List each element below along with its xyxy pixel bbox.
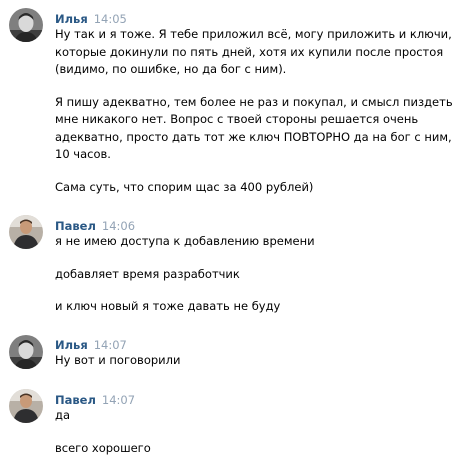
- user-avatar-pavel-icon[interactable]: [9, 215, 43, 249]
- message-text: Ну вот и поговорили: [55, 352, 453, 370]
- message-text: Ну так и я тоже. Я тебе приложил всё, мо…: [55, 26, 453, 196]
- message-time[interactable]: 14:07: [102, 393, 135, 407]
- author-name[interactable]: Илья: [55, 12, 88, 26]
- message-time[interactable]: 14:05: [94, 12, 127, 26]
- message-header: Илья 14:05: [55, 11, 127, 26]
- author-name[interactable]: Павел: [55, 393, 96, 407]
- message-text: да всего хорошего: [55, 407, 453, 457]
- message-line: Я пишу адекватно, тем более не раз и пок…: [55, 94, 453, 162]
- message-time[interactable]: 14:06: [102, 219, 135, 233]
- message-text: я не имею доступа к добавлению времени д…: [55, 233, 453, 316]
- message-header: Павел 14:07: [55, 392, 135, 407]
- user-avatar-ilya-icon[interactable]: [9, 8, 43, 42]
- message-line: Ну так и я тоже. Я тебе приложил всё, мо…: [55, 27, 452, 76]
- user-avatar-ilya-icon[interactable]: [9, 335, 43, 369]
- chat-history: Илья 14:05 Ну так и я тоже. Я тебе прилож…: [0, 0, 459, 462]
- message-line: добавляет время разработчик: [55, 266, 240, 281]
- message-line: всего хорошего: [55, 440, 151, 455]
- message-line: да: [55, 408, 70, 422]
- message-line: Ну вот и поговорили: [55, 353, 181, 367]
- message-line: и ключ новый я тоже давать не буду: [55, 299, 281, 313]
- user-avatar-pavel-icon[interactable]: [9, 389, 43, 423]
- message-line: Сама суть, что спорим щас за 400 рублей): [55, 179, 314, 194]
- message-header: Илья 14:07: [55, 337, 127, 352]
- message-line: я не имею доступа к добавлению времени: [55, 234, 315, 248]
- author-name[interactable]: Павел: [55, 219, 96, 233]
- message-header: Павел 14:06: [55, 218, 135, 233]
- author-name[interactable]: Илья: [55, 338, 88, 352]
- message-time[interactable]: 14:07: [94, 338, 127, 352]
